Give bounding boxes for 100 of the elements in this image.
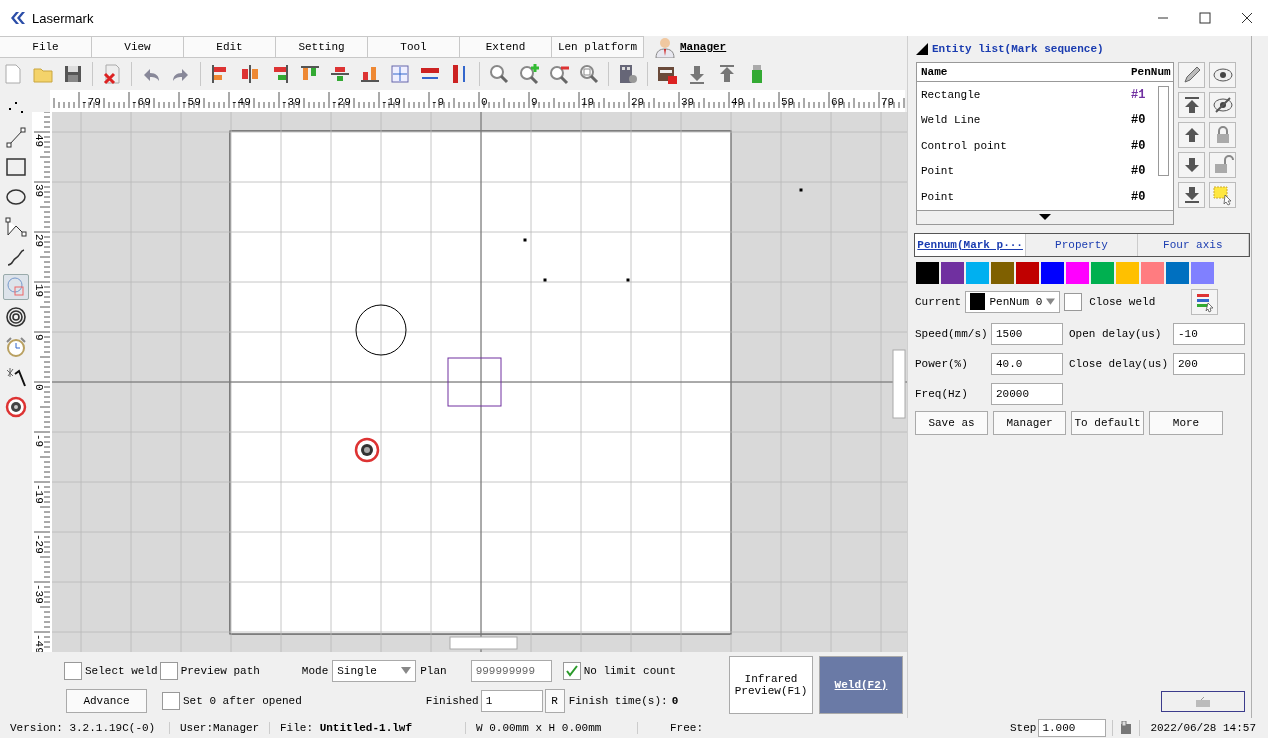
keyboard-button[interactable] bbox=[1161, 691, 1245, 712]
align-center-icon[interactable] bbox=[239, 63, 261, 85]
param-field[interactable]: -10 bbox=[1173, 322, 1245, 345]
param-label: Power(%) bbox=[915, 357, 969, 370]
pen-color-swatch[interactable] bbox=[1091, 261, 1114, 284]
pen-color-swatch[interactable] bbox=[1191, 261, 1214, 284]
scrollbar-thumb[interactable] bbox=[892, 349, 906, 419]
list-tool-button[interactable] bbox=[1178, 122, 1205, 148]
pen-number: #1 bbox=[1131, 87, 1147, 102]
checkbox[interactable] bbox=[64, 662, 82, 680]
tab[interactable]: Pennum(Mark p··· bbox=[915, 233, 1027, 256]
param-field[interactable]: 1500 bbox=[991, 322, 1063, 345]
drawing-tool-button[interactable] bbox=[3, 304, 29, 330]
alarm-clock-icon bbox=[5, 336, 27, 358]
pen-color-swatch[interactable] bbox=[1141, 261, 1164, 284]
reset-button[interactable]: R bbox=[544, 689, 565, 713]
pen-color-swatch[interactable] bbox=[1066, 261, 1089, 284]
window-title: Lasermark bbox=[32, 10, 94, 26]
ruler-label: 9 bbox=[531, 96, 538, 108]
user-text: User:Manager bbox=[170, 722, 270, 734]
pen-color-swatch[interactable] bbox=[916, 261, 939, 284]
point-shape[interactable] bbox=[523, 238, 527, 242]
list-tool-button[interactable] bbox=[1209, 92, 1236, 118]
ruler-label: 39 bbox=[681, 96, 695, 108]
param-field[interactable]: 20000 bbox=[991, 382, 1063, 405]
list-tool-button[interactable] bbox=[1178, 92, 1205, 118]
save-icon[interactable] bbox=[62, 63, 84, 85]
ruler-label: -49 bbox=[231, 96, 251, 108]
step-field[interactable]: 1.000 bbox=[1038, 719, 1107, 737]
keyboard-icon bbox=[1195, 695, 1211, 708]
param-field[interactable]: 200 bbox=[1173, 352, 1245, 375]
ruler-label: 49 bbox=[731, 96, 745, 108]
menu-item[interactable]: View bbox=[92, 36, 184, 58]
menu-item[interactable]: Tool bbox=[368, 36, 460, 58]
pen-action-button[interactable]: To default bbox=[1071, 410, 1144, 435]
pen-color-swatch[interactable] bbox=[941, 261, 964, 284]
zoom-fit-icon[interactable] bbox=[578, 63, 600, 85]
menu-item[interactable]: Edit bbox=[184, 36, 276, 58]
device-icon[interactable] bbox=[617, 63, 639, 85]
target-icon bbox=[5, 396, 27, 418]
ruler-label: 0 bbox=[33, 384, 45, 391]
pen-action-button[interactable]: More bbox=[1149, 410, 1223, 435]
entity-name[interactable]: Weld Line bbox=[921, 114, 1131, 127]
pen-color-swatch[interactable] bbox=[966, 261, 989, 284]
pen-color-swatch[interactable] bbox=[1041, 261, 1064, 284]
pen-action-button[interactable]: Save as bbox=[915, 410, 988, 435]
datetime-text: 2022/06/28 14:57 bbox=[1149, 722, 1257, 734]
zoom-in-icon[interactable] bbox=[518, 63, 540, 85]
collapse-triangle-icon bbox=[916, 43, 928, 55]
zoom-out-icon[interactable] bbox=[548, 63, 570, 85]
ruler-label: 69 bbox=[831, 96, 845, 108]
list-tool-button[interactable] bbox=[1178, 152, 1205, 178]
pen-color-swatch[interactable] bbox=[1166, 261, 1189, 284]
checkbox[interactable] bbox=[562, 662, 581, 680]
curve-icon bbox=[5, 246, 27, 268]
list-tool-button[interactable] bbox=[1178, 62, 1205, 88]
checkbox[interactable] bbox=[159, 662, 178, 680]
zoom-icon[interactable] bbox=[488, 63, 510, 85]
menu-item[interactable]: Extend bbox=[460, 36, 552, 58]
point-shape[interactable] bbox=[626, 278, 630, 282]
mode-label: Mode bbox=[301, 665, 329, 677]
column-header: PenNum bbox=[1131, 66, 1171, 78]
entity-name[interactable]: Point bbox=[921, 190, 1131, 203]
pen-action-button[interactable]: Manager bbox=[993, 410, 1066, 435]
menu-item[interactable]: Len platform bbox=[552, 36, 644, 58]
menu-item[interactable]: File bbox=[0, 36, 92, 58]
entity-name[interactable]: Point bbox=[921, 165, 1131, 178]
pen-color-swatch[interactable] bbox=[1016, 261, 1039, 284]
entity-name[interactable]: Rectangle bbox=[921, 88, 1131, 101]
pen-dropdown[interactable]: PenNum 0 bbox=[965, 290, 1061, 313]
user-link[interactable]: Manager bbox=[680, 41, 727, 53]
pen-list-button[interactable] bbox=[1191, 288, 1219, 315]
app-logo-icon bbox=[10, 11, 26, 25]
checkbox[interactable] bbox=[1064, 292, 1083, 311]
entity-name[interactable]: Control point bbox=[921, 139, 1131, 152]
list-tool-button[interactable] bbox=[1209, 62, 1236, 88]
list-tool-button[interactable] bbox=[1178, 182, 1205, 208]
point-shape[interactable] bbox=[799, 188, 803, 192]
pen-color-swatch[interactable] bbox=[1116, 261, 1139, 284]
circle-shape[interactable] bbox=[355, 304, 407, 356]
scrollbar-thumb[interactable] bbox=[449, 636, 518, 650]
checkbox[interactable] bbox=[162, 692, 180, 710]
drawing-tool-button[interactable] bbox=[3, 394, 29, 420]
mode-dropdown[interactable]: Single bbox=[332, 660, 417, 682]
point-shape[interactable] bbox=[543, 278, 547, 282]
pen-color-swatch[interactable] bbox=[991, 261, 1014, 284]
weld-point-marker[interactable] bbox=[354, 437, 380, 463]
infrared-preview-button[interactable]: Infrared Preview(F1) bbox=[729, 656, 813, 714]
file-text: File: Untitled-1.lwf bbox=[270, 722, 466, 734]
param-field[interactable]: 40.0 bbox=[991, 352, 1063, 375]
advance-button[interactable]: Advance bbox=[66, 689, 147, 713]
menu-item[interactable]: Setting bbox=[276, 36, 368, 58]
polyline-icon bbox=[5, 216, 27, 238]
finished-field[interactable]: 1 bbox=[480, 690, 543, 712]
scrollbar[interactable] bbox=[1158, 86, 1169, 176]
step-label: Step bbox=[1009, 722, 1037, 734]
weld-button[interactable]: Weld(F2) bbox=[819, 656, 903, 714]
ruler-label: -29 bbox=[33, 534, 45, 554]
ruler-label: -79 bbox=[81, 96, 101, 108]
delete-file-icon[interactable] bbox=[101, 63, 123, 85]
